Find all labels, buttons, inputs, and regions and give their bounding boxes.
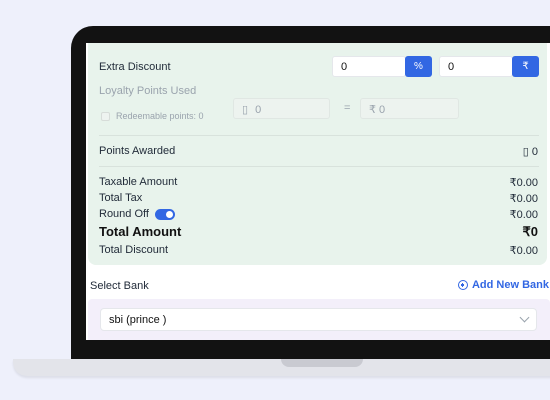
loyalty-points-input[interactable]: ▯ 0 bbox=[233, 98, 330, 119]
add-new-bank-label: Add New Bank bbox=[471, 279, 549, 291]
toggle-knob bbox=[166, 211, 173, 218]
points-awarded-label: Points Awarded bbox=[99, 145, 176, 157]
total-discount-value: ₹0.00 bbox=[509, 245, 538, 257]
round-off-toggle[interactable] bbox=[155, 209, 175, 220]
equals-sign: = bbox=[344, 102, 351, 114]
plus-circle-icon bbox=[457, 280, 468, 290]
redeem-checkbox[interactable] bbox=[101, 112, 110, 121]
summary-panel: Extra Discount 0 % 0 ₹ Loyalty Points Us… bbox=[88, 43, 547, 265]
taxable-amount-value: ₹0.00 bbox=[509, 177, 538, 189]
round-off-value: ₹0.00 bbox=[509, 209, 538, 221]
points-icon: ▯ bbox=[522, 146, 529, 158]
bank-select-value: sbi (prince ) bbox=[109, 314, 167, 326]
total-tax-value: ₹0.00 bbox=[509, 193, 538, 205]
bank-select-area: sbi (prince ) bbox=[88, 299, 550, 340]
add-new-bank-button[interactable]: Add New Bank bbox=[457, 279, 549, 291]
laptop-notch bbox=[281, 359, 363, 367]
points-icon: ▯ bbox=[242, 104, 249, 116]
percent-toggle-button[interactable]: % bbox=[405, 56, 432, 77]
total-amount-value: ₹0 bbox=[522, 224, 538, 239]
round-off-label: Round Off bbox=[99, 208, 149, 220]
app-screen: Extra Discount 0 % 0 ₹ Loyalty Points Us… bbox=[86, 43, 550, 340]
bank-select[interactable]: sbi (prince ) bbox=[100, 308, 537, 331]
extra-discount-label: Extra Discount bbox=[99, 61, 171, 73]
extra-discount-amount-input[interactable]: 0 bbox=[439, 56, 513, 77]
points-awarded-value: ▯ 0 bbox=[523, 145, 538, 158]
loyalty-rupee-input[interactable]: ₹ 0 bbox=[360, 98, 459, 119]
loyalty-points-label: Loyalty Points Used bbox=[99, 85, 197, 97]
taxable-amount-label: Taxable Amount bbox=[99, 176, 178, 188]
chevron-down-icon bbox=[519, 312, 530, 323]
total-amount-label: Total Amount bbox=[99, 224, 182, 239]
select-bank-label: Select Bank bbox=[90, 280, 149, 292]
total-discount-label: Total Discount bbox=[99, 244, 169, 256]
divider bbox=[99, 135, 539, 136]
points-awarded-number: 0 bbox=[531, 146, 538, 158]
redeemable-points-label: Redeemable points: 0 bbox=[116, 111, 204, 121]
total-tax-label: Total Tax bbox=[99, 192, 143, 204]
loyalty-points-value: 0 bbox=[255, 104, 262, 116]
divider bbox=[99, 166, 539, 167]
extra-discount-percent-input[interactable]: 0 bbox=[332, 56, 406, 77]
rupee-toggle-button[interactable]: ₹ bbox=[512, 56, 539, 77]
